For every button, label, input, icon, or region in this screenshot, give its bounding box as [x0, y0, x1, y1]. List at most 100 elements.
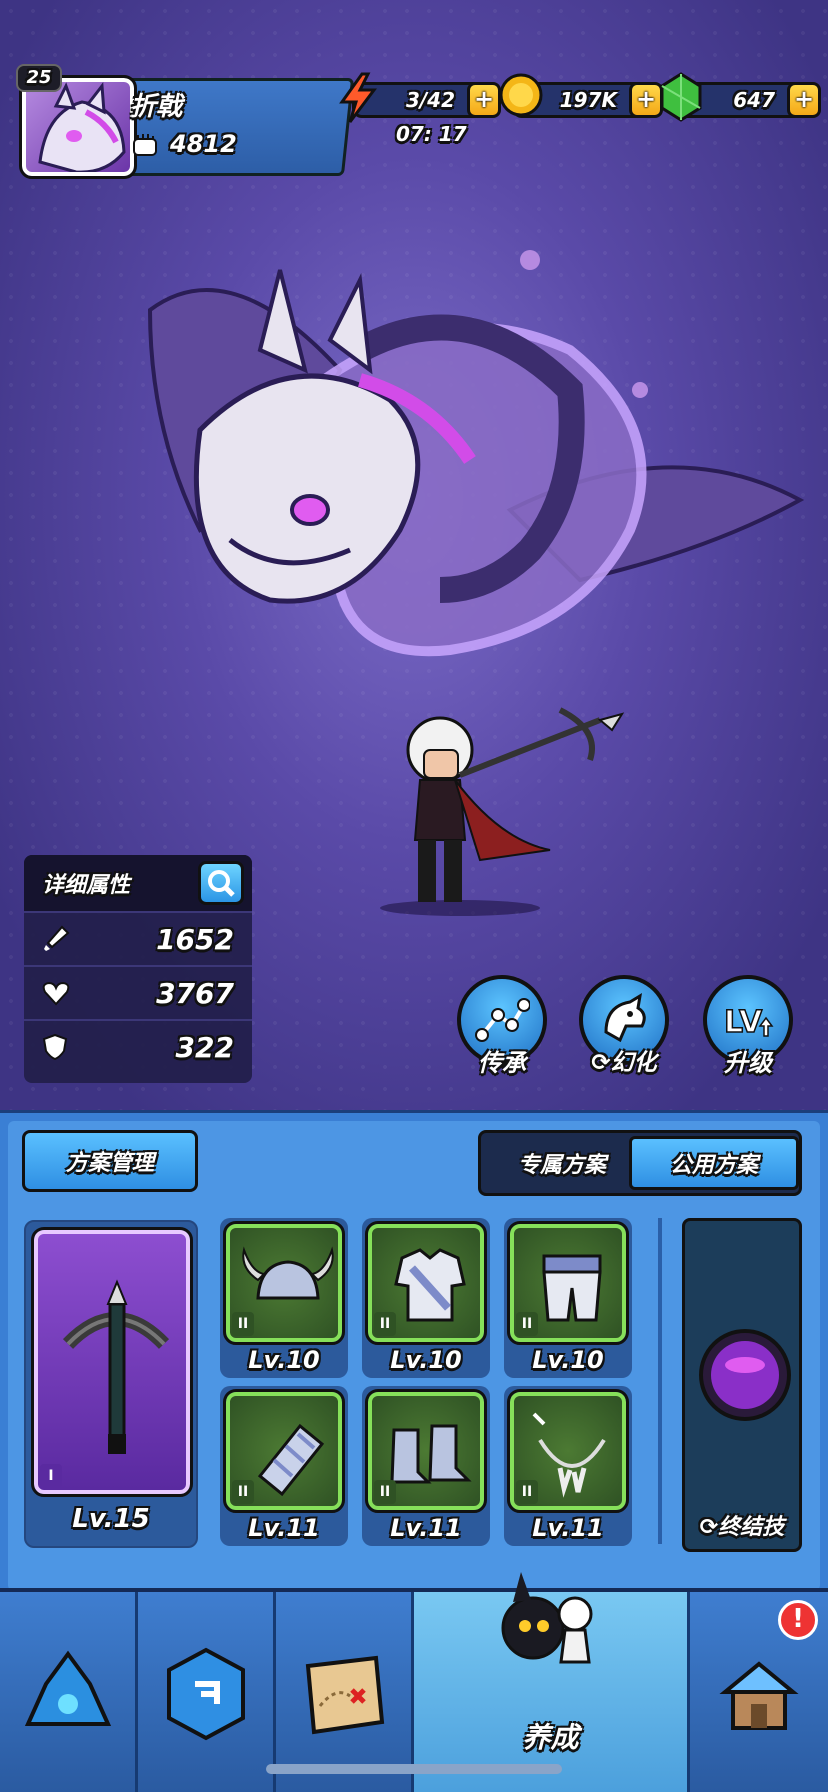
player-level-badge: 25: [16, 64, 62, 92]
armor-frame: II: [365, 1221, 487, 1345]
gem-value: 647: [733, 88, 775, 112]
gem-icon: [660, 72, 702, 122]
pants-level: Lv.10: [532, 1346, 604, 1374]
boots-frame: II: [365, 1389, 487, 1513]
pants-slot[interactable]: II Lv.10: [504, 1218, 632, 1378]
necklace-frame: II: [507, 1389, 629, 1513]
sword-icon: [44, 925, 70, 951]
nav-item-develop[interactable]: 养成: [414, 1572, 690, 1792]
necklace-slot[interactable]: II Lv.11: [504, 1386, 632, 1546]
stat-health-value: 3767: [156, 976, 234, 1010]
nav-item-map[interactable]: [276, 1592, 414, 1792]
armor-level: Lv.10: [390, 1346, 462, 1374]
tab-exclusive-plan[interactable]: 专属方案: [487, 1136, 637, 1190]
plan-manage-label: 方案管理: [65, 1151, 154, 1176]
panel-divider: [658, 1218, 662, 1544]
home-indicator: [266, 1764, 562, 1774]
energy-plus-button[interactable]: +: [467, 82, 501, 118]
player-profile[interactable]: 25 折戟 4812: [14, 64, 355, 179]
helmet-frame: II: [223, 1221, 345, 1345]
guild-alert-badge: !: [778, 1600, 818, 1640]
armor-tier: II: [374, 1312, 396, 1336]
weapon-level: Lv.15: [72, 1504, 150, 1534]
stat-defense-row: 322: [24, 1019, 252, 1073]
bracer-level: Lv.11: [248, 1514, 320, 1542]
stat-attack-value: 1652: [156, 922, 234, 956]
bracer-tier: II: [232, 1480, 254, 1504]
house-icon: [719, 1661, 799, 1730]
dragon-head-icon: [604, 993, 646, 1043]
stats-title: 详细属性: [42, 873, 131, 898]
inherit-label: 传承: [478, 1049, 526, 1077]
fist-icon: [133, 134, 157, 156]
inherit-icon: [475, 998, 530, 1042]
tab-exclusive-label: 专属方案: [517, 1153, 606, 1178]
boots-tier: II: [374, 1480, 396, 1504]
pants-tier: II: [516, 1312, 538, 1336]
helmet-slot[interactable]: II Lv.10: [220, 1218, 348, 1378]
energy-timer: 07: 17: [396, 122, 467, 146]
upgrade-label: 升级: [724, 1049, 772, 1077]
stats-panel: 详细属性 1652 3767 322: [24, 855, 252, 1083]
ultimate-label: ⟳终结技: [699, 1515, 785, 1540]
treasure-map-icon: [305, 1655, 384, 1735]
heart-icon: [42, 981, 70, 1006]
energy-currency: 3/42 +: [339, 72, 501, 123]
level-up-icon: LV: [723, 1004, 774, 1041]
tab-public-plan[interactable]: 公用方案: [629, 1136, 799, 1190]
helmet-level: Lv.10: [248, 1346, 320, 1374]
boots-level: Lv.11: [390, 1514, 462, 1542]
stats-header: 详细属性: [24, 855, 252, 911]
coin-icon: [499, 73, 543, 117]
tab-public-label: 公用方案: [669, 1153, 758, 1178]
weapon-tier: I: [40, 1464, 62, 1488]
weapon-frame: I: [31, 1227, 193, 1497]
transform-label-text: 幻化: [610, 1050, 657, 1076]
transform-label: ⟳幻化: [591, 1050, 657, 1076]
bottom-navigation: 养成 !: [0, 1572, 828, 1792]
boots-slot[interactable]: II Lv.11: [362, 1386, 490, 1546]
transform-button[interactable]: ⟳幻化: [576, 975, 672, 1076]
gem-plus-button[interactable]: +: [787, 82, 821, 118]
ultimate-orb-icon: [699, 1329, 791, 1421]
weapon-slot[interactable]: I Lv.15: [24, 1220, 198, 1548]
stat-attack-row: 1652: [24, 911, 252, 965]
dragon-pet-illustration: [147, 250, 805, 657]
rune-card-icon: [166, 1647, 245, 1741]
helmet-tier: II: [232, 1312, 254, 1336]
hero-character: [380, 707, 625, 916]
power-value: 4812: [170, 130, 237, 158]
bracer-slot[interactable]: II Lv.11: [220, 1386, 348, 1546]
armor-slot[interactable]: II Lv.10: [362, 1218, 490, 1378]
nav-develop-label: 养成: [522, 1721, 579, 1754]
hero-pet-icon: [501, 1572, 592, 1664]
nav-item-cards[interactable]: [138, 1592, 276, 1792]
upgrade-button[interactable]: LV 升级: [700, 975, 796, 1077]
dragon-avatar-icon: [38, 82, 126, 172]
plan-manage-button[interactable]: 方案管理: [22, 1130, 198, 1192]
crossbow-icon: [62, 1279, 170, 1454]
coin-currency: 197K +: [499, 73, 663, 120]
bracer-frame: II: [223, 1389, 345, 1513]
energy-value: 3/42: [405, 88, 455, 112]
shield-icon: [42, 1033, 68, 1061]
svg-text:LV: LV: [724, 1005, 763, 1040]
power-display: 4812: [130, 130, 237, 158]
ultimate-label-text: 终结技: [718, 1515, 785, 1540]
lightning-icon: [339, 72, 377, 123]
avatar[interactable]: [19, 75, 137, 179]
necklace-tier: II: [516, 1480, 538, 1504]
stat-defense-value: 322: [175, 1030, 234, 1064]
nav-item-guild[interactable]: !: [690, 1592, 828, 1792]
player-name: 折戟: [130, 92, 183, 122]
stats-detail-button[interactable]: [198, 861, 244, 905]
coin-value: 197K: [559, 88, 617, 112]
inherit-button[interactable]: 传承: [454, 975, 550, 1077]
magnifier-icon: [208, 870, 235, 897]
gem-currency: 647 +: [660, 72, 821, 122]
pants-frame: II: [507, 1221, 629, 1345]
stat-health-row: 3767: [24, 965, 252, 1019]
ultimate-skill-slot[interactable]: ⟳终结技: [682, 1218, 802, 1552]
necklace-level: Lv.11: [532, 1514, 604, 1542]
nav-item-battle[interactable]: [0, 1592, 138, 1792]
